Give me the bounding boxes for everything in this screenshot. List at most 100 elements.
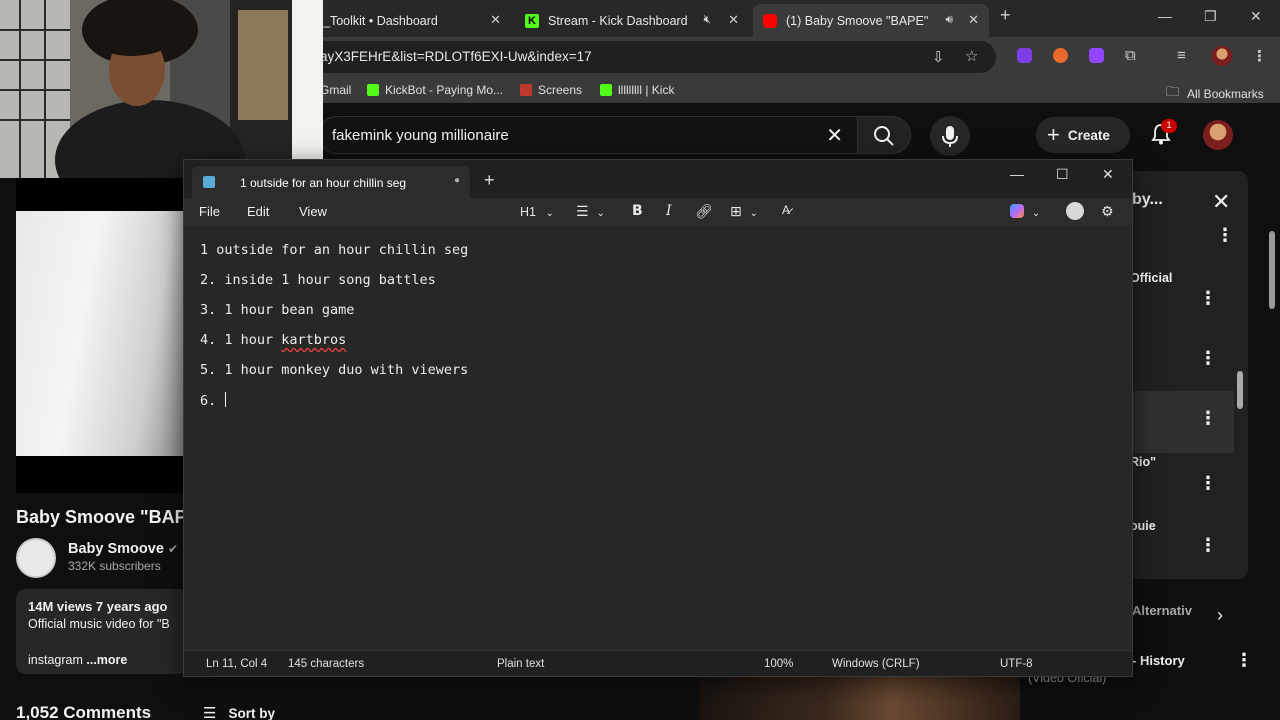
zoom-level[interactable]: 100%: [764, 658, 793, 670]
playlist-panel: by... ✕ ⋮ Official ⋮ ⋮ ⋮ Rio" ⋮ ouie ⋮: [1130, 171, 1248, 579]
new-tab-icon[interactable]: +: [484, 170, 495, 191]
muted-speaker-icon[interactable]: 🔇︎: [703, 12, 711, 27]
chevron-down-icon: ⌄: [596, 208, 605, 219]
heading-dropdown[interactable]: H1 ⌄: [520, 205, 554, 219]
create-button[interactable]: + Create: [1036, 117, 1130, 153]
clear-search-icon[interactable]: ✕: [826, 123, 843, 148]
editor-line-text: 6.: [200, 393, 225, 409]
editor-line: 3. 1 hour bean game: [200, 302, 355, 318]
bold-icon[interactable]: B: [632, 203, 643, 219]
extension-ublock-icon[interactable]: [1017, 48, 1032, 63]
menu-view[interactable]: View: [299, 204, 327, 219]
description-more-row: instagram ...more: [28, 653, 127, 667]
menu-edit[interactable]: Edit: [247, 204, 269, 219]
close-icon[interactable]: ✕: [490, 12, 501, 28]
playlist-item-text[interactable]: Rio": [1130, 455, 1156, 469]
link-icon[interactable]: 🔗︎: [695, 203, 713, 220]
cursor-position[interactable]: Ln 11, Col 4: [206, 658, 267, 670]
media-control-icon[interactable]: ≡: [1177, 47, 1186, 64]
video-player[interactable]: [16, 178, 186, 493]
bookmark-screens[interactable]: Screens: [520, 83, 582, 97]
minimize-icon[interactable]: —: [1158, 8, 1172, 24]
recommended-title[interactable]: - History: [1132, 653, 1185, 668]
bulleted-list-icon: ☰: [576, 203, 589, 219]
encoding[interactable]: UTF-8: [1000, 658, 1033, 670]
bookmark-star-icon[interactable]: ☆: [965, 47, 978, 65]
bookmark-gmail[interactable]: Gmail: [320, 83, 351, 97]
channel-avatar[interactable]: [16, 538, 56, 578]
browser-menu-icon[interactable]: ⋮: [1252, 47, 1267, 65]
minimize-icon[interactable]: —: [1010, 166, 1024, 182]
all-bookmarks[interactable]: 🗀︎ All Bookmarks: [1166, 83, 1264, 105]
close-window-icon[interactable]: ✕: [1250, 8, 1262, 25]
recommended-thumbnail[interactable]: [700, 675, 1020, 720]
more-link[interactable]: ...more: [86, 653, 127, 667]
playlist-menu-icon[interactable]: ⋮: [1216, 225, 1234, 246]
close-icon[interactable]: ✕: [1102, 166, 1114, 183]
close-playlist-icon[interactable]: ✕: [1212, 189, 1230, 215]
clear-formatting-icon[interactable]: A̷: [782, 203, 790, 217]
search-input[interactable]: fakemink young millionaire ✕: [318, 116, 858, 154]
plus-icon: +: [1047, 122, 1060, 147]
playlist-item-menu-icon[interactable]: ⋮: [1199, 473, 1217, 494]
tab-youtube-video[interactable]: (1) Baby Smoove "BAPE" (O 🔊︎ ✕: [753, 4, 989, 37]
profile-avatar[interactable]: [1212, 46, 1232, 66]
line-ending[interactable]: Windows (CRLF): [832, 658, 920, 670]
chevron-right-icon[interactable]: ›: [1217, 605, 1223, 626]
playlist-item-text[interactable]: Official: [1130, 271, 1172, 285]
playlist-item-menu-icon[interactable]: ⋮: [1199, 348, 1217, 369]
account-icon[interactable]: [1066, 202, 1084, 220]
misspelled-word[interactable]: kartbros: [281, 332, 346, 348]
sort-by-button[interactable]: ☰ Sort by: [203, 704, 275, 720]
account-avatar[interactable]: [1203, 120, 1233, 150]
playlist-item-menu-icon[interactable]: ⋮: [1199, 408, 1217, 429]
playlist-item-menu-icon[interactable]: ⋮: [1199, 288, 1217, 309]
italic-icon[interactable]: I: [666, 203, 672, 219]
editor-line: 1 outside for an hour chillin seg: [200, 242, 469, 258]
maximize-icon[interactable]: ☐: [1056, 166, 1069, 183]
settings-gear-icon[interactable]: ⚙︎: [1101, 203, 1114, 220]
address-bar[interactable]: ayX3FEHrE&list=RDLOTf6EXI-Uw&index=17 ⇩ …: [290, 41, 996, 73]
playlist-item-text[interactable]: ouie: [1130, 519, 1156, 533]
page-scroll-thumb[interactable]: [1269, 231, 1275, 309]
extension-twitch-icon[interactable]: [1089, 48, 1104, 63]
description-box[interactable]: 14M views 7 years ago Official music vid…: [16, 589, 188, 674]
table-dropdown[interactable]: ⊞ ⌄: [730, 203, 758, 220]
restore-icon[interactable]: ❐: [1204, 8, 1217, 25]
video-title: Baby Smoove "BAPE": [16, 507, 208, 527]
speaker-icon[interactable]: 🔊︎: [945, 12, 953, 27]
playlist-scrollbar[interactable]: [1236, 256, 1246, 576]
heading-label: H1: [520, 205, 536, 219]
tab-label: Stream - Kick Dashboard: [548, 13, 688, 28]
sort-by-label: Sort by: [228, 705, 275, 720]
close-icon[interactable]: ✕: [728, 12, 739, 28]
notepad-window: 1 outside for an hour chillin seg ● + — …: [183, 159, 1133, 677]
bookmark-label: Screens: [538, 83, 583, 97]
list-dropdown[interactable]: ☰ ⌄: [576, 203, 605, 220]
text-format[interactable]: Plain text: [497, 658, 544, 670]
notepad-editor[interactable]: 1 outside for an hour chillin seg 2. ins…: [184, 226, 1132, 650]
playlist-item-menu-icon[interactable]: ⋮: [1199, 535, 1217, 556]
new-tab-icon[interactable]: +: [1000, 5, 1011, 26]
extensions-puzzle-icon[interactable]: ⧉: [1125, 47, 1136, 64]
url-text: ayX3FEHrE&list=RDLOTf6EXI-Uw&index=17: [320, 49, 592, 64]
extension-cookie-icon[interactable]: [1053, 48, 1068, 63]
channel-name[interactable]: Baby Smoove ✔︎: [68, 541, 178, 557]
notepad-document-tab[interactable]: 1 outside for an hour chillin seg ●: [192, 166, 470, 198]
recommended-menu-icon[interactable]: ⋮: [1235, 650, 1253, 671]
playlist-current-item[interactable]: [1130, 391, 1234, 453]
playlist-scroll-thumb[interactable]: [1237, 371, 1243, 409]
copilot-dropdown[interactable]: ⌄: [1010, 203, 1040, 219]
bookmark-kick[interactable]: lllllllll | Kick: [600, 83, 674, 97]
bookmark-label: KickBot - Paying Mo...: [385, 83, 504, 97]
tab-toolkit-dashboard[interactable]: _Toolkit • Dashboard ✕: [323, 4, 511, 37]
search-button[interactable]: [857, 116, 911, 154]
close-icon[interactable]: ✕: [968, 12, 979, 28]
menu-file[interactable]: File: [199, 204, 220, 219]
install-app-icon[interactable]: ⇩: [932, 48, 945, 66]
tab-kick-dashboard[interactable]: K Stream - Kick Dashboard 🔇︎ ✕: [515, 4, 749, 37]
voice-search-button[interactable]: [930, 116, 970, 156]
screens-icon: [520, 84, 532, 96]
bookmark-kickbot[interactable]: KickBot - Paying Mo...: [367, 83, 503, 97]
unsaved-indicator-icon[interactable]: ●: [454, 175, 460, 186]
